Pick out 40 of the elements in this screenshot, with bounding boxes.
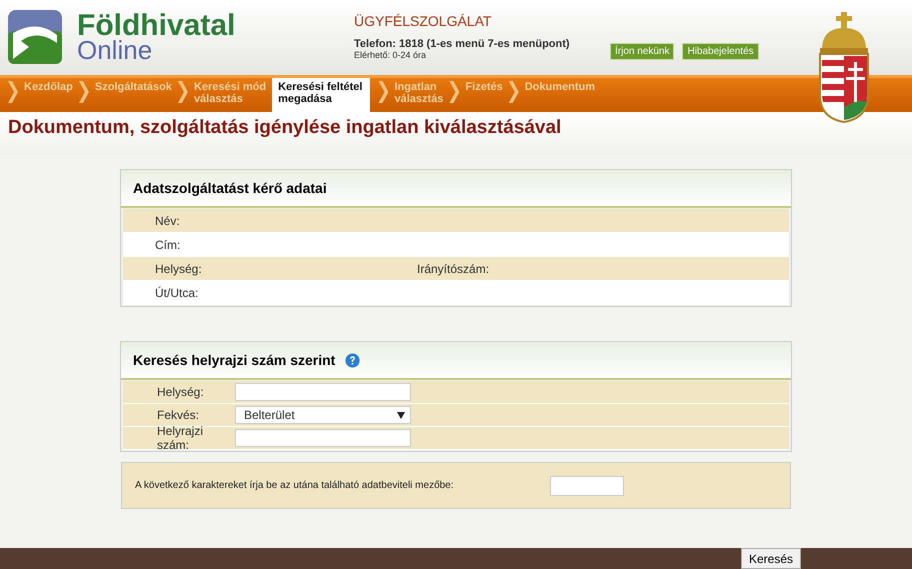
- chevron-icon: [449, 81, 460, 103]
- breadcrumb-step[interactable]: Szolgáltatások: [78, 78, 178, 112]
- help-icon[interactable]: [345, 352, 360, 368]
- panel-title: Keresés helyrajzi szám szerint: [133, 352, 336, 368]
- field-label: Cím:: [154, 238, 182, 252]
- service-title: ÜGYFÉLSZOLGÁLAT: [354, 13, 492, 29]
- field-label: Út/Utca:: [154, 286, 200, 300]
- chevron-icon: [508, 81, 519, 103]
- search-button[interactable]: Keresés: [741, 548, 801, 569]
- chevron-icon: [378, 81, 388, 103]
- chevron-icon: [8, 81, 18, 103]
- header-button[interactable]: Hibabejelentés: [682, 43, 759, 60]
- panel-title: Adatszolgáltatást kérő adatai: [121, 170, 791, 208]
- breadcrumb-step[interactable]: Kezdőlap: [8, 78, 79, 112]
- field-label: Fekvés:: [156, 408, 200, 422]
- caret-icon: [397, 412, 405, 418]
- hours-text: Elérhető: 0-24 óra: [354, 50, 428, 60]
- header-button[interactable]: Írjon nekünk: [610, 43, 674, 60]
- breadcrumb-step[interactable]: Fizetés: [449, 78, 509, 112]
- dropdown[interactable]: Belterület: [235, 406, 411, 424]
- phone-text: Telefon: 1818 (1-es menü 7-es menüpont): [354, 38, 571, 50]
- logo-icon: [7, 9, 63, 65]
- breadcrumb-step[interactable]: Keresési feltétel megadása: [272, 78, 370, 112]
- field-label: Név:: [154, 214, 181, 228]
- breadcrumb-step[interactable]: Keresési mód választás: [178, 78, 272, 112]
- page-title: Dokumentum, szolgáltatás igénylése ingatlan kiválasztásával: [0, 112, 912, 155]
- field-label: Helység:: [154, 262, 203, 276]
- breadcrumb-step[interactable]: Ingatlan választás: [378, 78, 450, 112]
- chevron-icon: [78, 81, 89, 103]
- captcha-label: A következő karaktereket írja be az utána található adatbeviteli mezőbe:: [135, 480, 454, 491]
- input-field[interactable]: [235, 429, 411, 447]
- field-label: Irányítószám:: [416, 262, 490, 276]
- field-label: Helyrajzi szám:: [156, 424, 204, 452]
- logo-title: Földhivatal: [77, 12, 236, 39]
- logo-subtitle: Online: [77, 38, 152, 62]
- chevron-icon: [178, 81, 188, 103]
- input-field[interactable]: [550, 476, 624, 496]
- breadcrumb-step[interactable]: Dokumentum: [508, 78, 601, 112]
- field-label: Helység:: [156, 385, 205, 399]
- input-field[interactable]: [235, 383, 411, 401]
